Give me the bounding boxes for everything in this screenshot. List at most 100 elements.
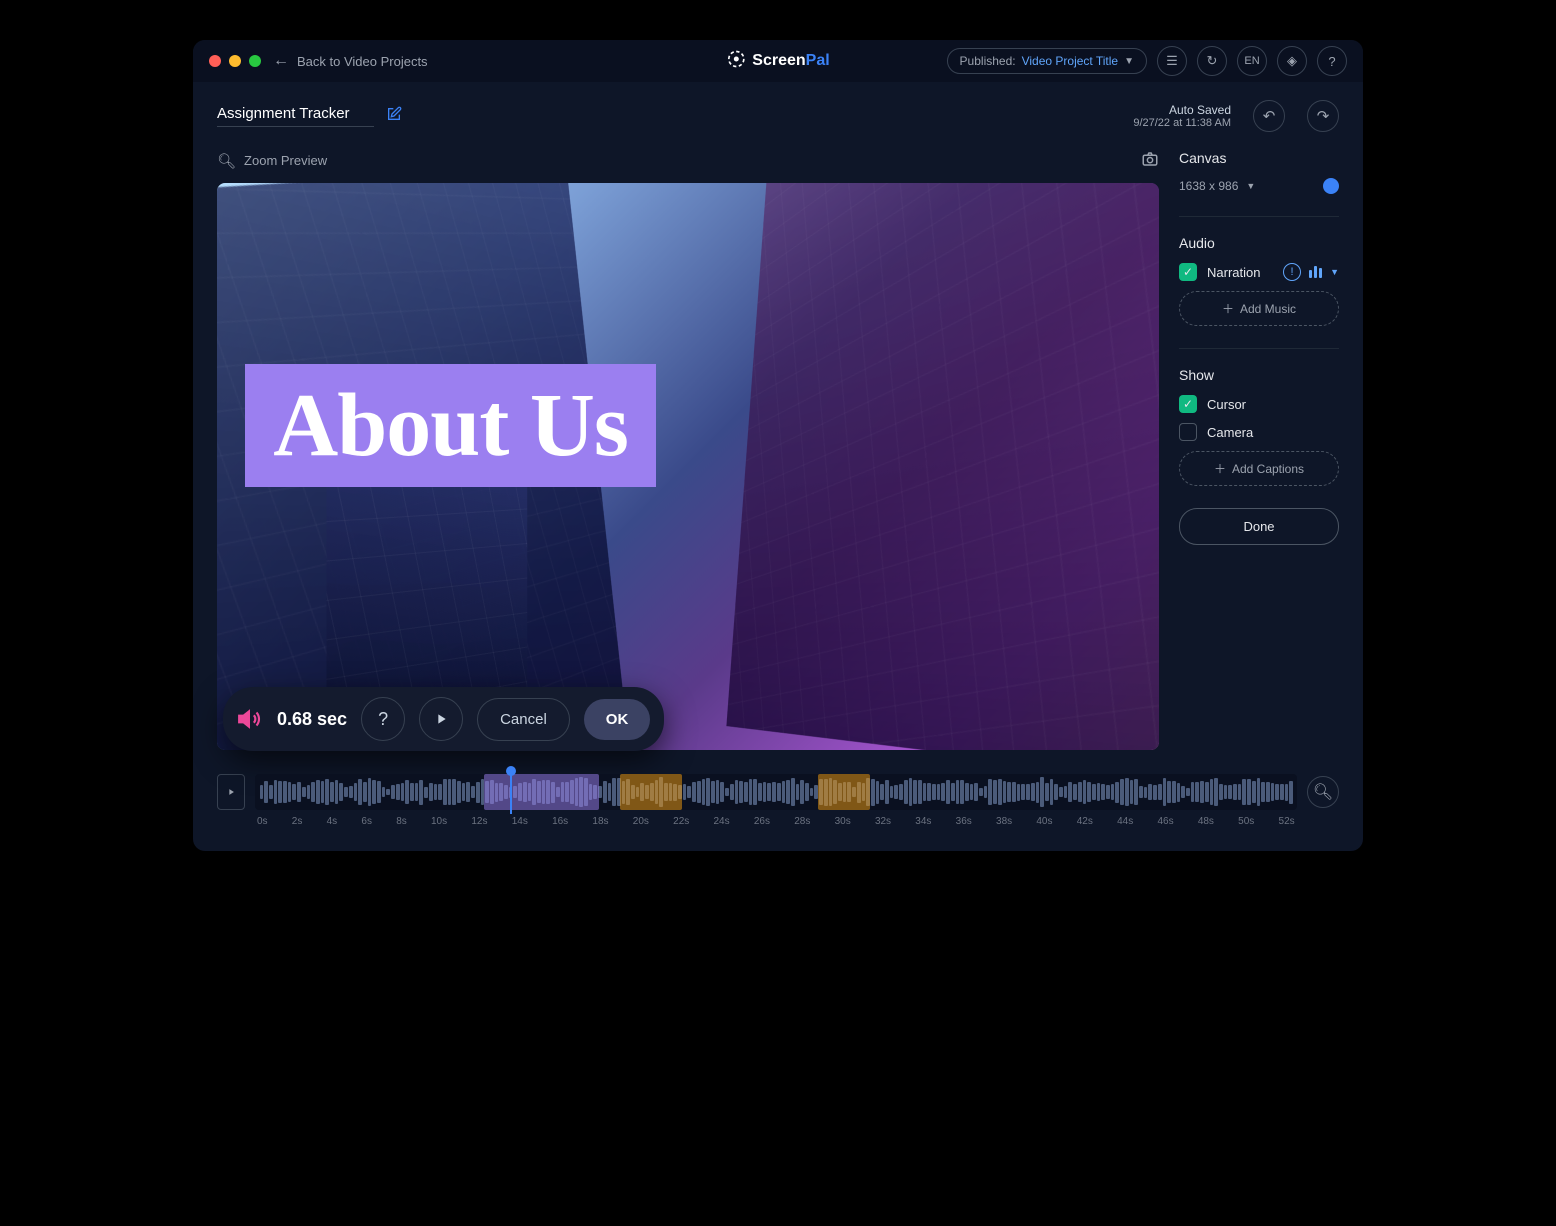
app-window: ← Back to Video Projects ScreenPal Publi… bbox=[193, 40, 1363, 851]
edit-toolbar: 0.68 sec ? Cancel OK bbox=[223, 687, 664, 751]
titlebar: ← Back to Video Projects ScreenPal Publi… bbox=[193, 40, 1363, 82]
autosave-label: Auto Saved bbox=[1133, 103, 1231, 117]
timeline-tick: 38s bbox=[996, 816, 1012, 827]
edit-title-button[interactable] bbox=[386, 106, 402, 127]
back-label: Back to Video Projects bbox=[297, 54, 428, 69]
done-button[interactable]: Done bbox=[1179, 508, 1339, 545]
timeline-tick: 24s bbox=[714, 816, 730, 827]
text-overlay[interactable]: About Us bbox=[245, 364, 656, 487]
canvas-section-title: Canvas bbox=[1179, 150, 1339, 166]
timeline-tick: 36s bbox=[956, 816, 972, 827]
timeline-tick: 4s bbox=[327, 816, 338, 827]
publish-label: Published: bbox=[960, 54, 1016, 68]
publish-value: Video Project Title bbox=[1022, 54, 1119, 68]
timeline-tick: 10s bbox=[431, 816, 447, 827]
add-music-button[interactable]: ＋ Add Music bbox=[1179, 291, 1339, 326]
history-icon: ↻ bbox=[1207, 53, 1218, 69]
project-header: Assignment Tracker Auto Saved 9/27/22 at… bbox=[193, 82, 1363, 150]
main-area: 🔍︎ Zoom Preview About Us Canvas bbox=[193, 150, 1363, 774]
narration-checkbox[interactable]: ✓ bbox=[1179, 263, 1197, 281]
close-window-button[interactable] bbox=[209, 55, 221, 67]
timeline-tick: 48s bbox=[1198, 816, 1214, 827]
timeline-tick: 16s bbox=[552, 816, 568, 827]
autosave-info: Auto Saved 9/27/22 at 11:38 AM bbox=[1133, 103, 1231, 129]
zoom-label: Zoom Preview bbox=[244, 153, 327, 168]
narration-label: Narration bbox=[1207, 265, 1260, 280]
snapshot-button[interactable] bbox=[1141, 150, 1159, 171]
timeline-tick: 32s bbox=[875, 816, 891, 827]
audio-section-title: Audio bbox=[1179, 235, 1339, 251]
timeline-tick: 50s bbox=[1238, 816, 1254, 827]
audio-levels-button[interactable] bbox=[1309, 266, 1322, 278]
logo-text: ScreenPal bbox=[752, 52, 829, 70]
zoom-row: 🔍︎ Zoom Preview bbox=[217, 150, 1159, 171]
timeline-tick: 26s bbox=[754, 816, 770, 827]
timeline-tick: 12s bbox=[471, 816, 487, 827]
ok-button[interactable]: OK bbox=[584, 699, 651, 740]
notes-button[interactable]: ☰ bbox=[1157, 46, 1187, 76]
divider bbox=[1179, 348, 1339, 349]
minimize-window-button[interactable] bbox=[229, 55, 241, 67]
question-icon: ? bbox=[378, 709, 388, 730]
timeline-play-button[interactable] bbox=[217, 774, 245, 810]
timeline-tick: 28s bbox=[794, 816, 810, 827]
timeline-tick: 14s bbox=[512, 816, 528, 827]
publish-dropdown[interactable]: Published: Video Project Title ▼ bbox=[947, 48, 1147, 74]
timeline-tick: 0s bbox=[257, 816, 268, 827]
timeline-zoom-button[interactable]: 🔍︎ bbox=[1307, 776, 1339, 808]
undo-icon: ↶ bbox=[1263, 107, 1276, 125]
undo-button[interactable]: ↶ bbox=[1253, 100, 1285, 132]
project-title[interactable]: Assignment Tracker bbox=[217, 105, 374, 127]
playhead[interactable] bbox=[510, 770, 512, 814]
plus-icon: ＋ bbox=[1222, 300, 1234, 317]
cursor-label: Cursor bbox=[1207, 397, 1246, 412]
autosave-time: 9/27/22 at 11:38 AM bbox=[1133, 117, 1231, 129]
timeline-tick: 52s bbox=[1279, 816, 1295, 827]
question-icon: ? bbox=[1328, 54, 1335, 69]
back-button[interactable]: ← Back to Video Projects bbox=[273, 52, 428, 70]
camera-checkbox[interactable] bbox=[1179, 423, 1197, 441]
history-button[interactable]: ↻ bbox=[1197, 46, 1227, 76]
add-captions-button[interactable]: ＋ Add Captions bbox=[1179, 451, 1339, 486]
timeline-segment[interactable] bbox=[818, 774, 870, 810]
timeline-tick: 22s bbox=[673, 816, 689, 827]
canvas-size-dropdown[interactable]: 1638 x 986 bbox=[1179, 179, 1238, 193]
maximize-window-button[interactable] bbox=[249, 55, 261, 67]
caret-down-icon[interactable]: ▼ bbox=[1330, 267, 1339, 277]
cursor-checkbox[interactable]: ✓ bbox=[1179, 395, 1197, 413]
help-button[interactable]: ? bbox=[1317, 46, 1347, 76]
timeline-tick: 40s bbox=[1036, 816, 1052, 827]
notes-icon: ☰ bbox=[1166, 53, 1178, 69]
volume-icon[interactable] bbox=[237, 706, 263, 732]
divider bbox=[1179, 216, 1339, 217]
play-icon bbox=[226, 787, 236, 797]
camera-label: Camera bbox=[1207, 425, 1253, 440]
timeline-tick: 34s bbox=[915, 816, 931, 827]
timeline: 0s2s4s6s8s10s12s14s16s18s20s22s24s26s28s… bbox=[193, 774, 1363, 851]
plus-icon: ＋ bbox=[1214, 460, 1226, 477]
layers-icon: ◈ bbox=[1287, 53, 1297, 69]
timeline-segment[interactable] bbox=[484, 774, 599, 810]
app-logo: ScreenPal bbox=[726, 49, 829, 74]
caret-down-icon: ▼ bbox=[1124, 56, 1134, 67]
layers-button[interactable]: ◈ bbox=[1277, 46, 1307, 76]
cancel-button[interactable]: Cancel bbox=[477, 698, 570, 741]
window-controls bbox=[209, 55, 261, 67]
narration-info-button[interactable]: ! bbox=[1283, 263, 1301, 281]
toolbar-play-button[interactable] bbox=[419, 697, 463, 741]
timeline-tick: 44s bbox=[1117, 816, 1133, 827]
redo-button[interactable]: ↷ bbox=[1307, 100, 1339, 132]
timeline-tick: 46s bbox=[1157, 816, 1173, 827]
timeline-track[interactable]: 0s2s4s6s8s10s12s14s16s18s20s22s24s26s28s… bbox=[255, 774, 1297, 827]
video-preview[interactable]: About Us bbox=[217, 183, 1159, 750]
properties-sidebar: Canvas 1638 x 986 ▼ Audio ✓ Narration ! … bbox=[1179, 150, 1339, 750]
overlay-text-content: About Us bbox=[273, 376, 628, 475]
selection-duration: 0.68 sec bbox=[277, 709, 347, 730]
timeline-segment[interactable] bbox=[620, 774, 683, 810]
toolbar-help-button[interactable]: ? bbox=[361, 697, 405, 741]
canvas-color-swatch[interactable] bbox=[1323, 178, 1339, 194]
timeline-tick: 8s bbox=[396, 816, 407, 827]
preview-column: 🔍︎ Zoom Preview About Us bbox=[217, 150, 1159, 750]
magnifier-icon[interactable]: 🔍︎ bbox=[217, 152, 236, 170]
language-button[interactable]: EN bbox=[1237, 46, 1267, 76]
